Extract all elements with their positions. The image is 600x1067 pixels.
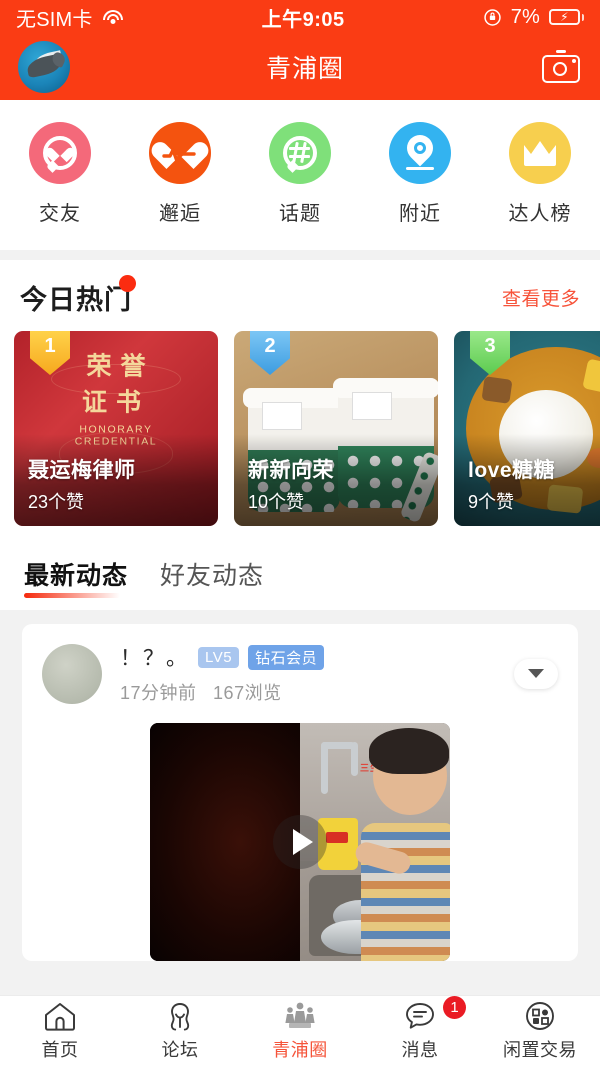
post-subinfo: 17分钟前 167浏览 (120, 679, 514, 705)
tab-latest[interactable]: 最新动态 (24, 556, 128, 598)
hot-card[interactable]: 3 love糖糖 9个赞 (454, 331, 600, 526)
status-bar-right: 7% ⚡ (483, 6, 584, 29)
vip-badge: 钻石会员 (248, 644, 325, 670)
post-meta: ！？。 LV5 钻石会员 17分钟前 167浏览 (120, 642, 514, 705)
category-label: 话题 (279, 203, 321, 225)
rotation-lock-icon (483, 8, 501, 26)
crown-icon (509, 122, 571, 184)
certificate-title: 荣誉证书 (81, 352, 155, 417)
shark-avatar[interactable] (18, 41, 70, 93)
card-title: 聂运梅律师 (28, 459, 136, 482)
category-panel: 交友 邂逅 话题 附近 达人榜 (0, 100, 600, 250)
nav-label: 论坛 (161, 1040, 199, 1060)
play-icon[interactable] (273, 815, 327, 869)
heartbeat-icon (149, 122, 211, 184)
hot-section: 今日热门 查看更多 荣誉证书 HONORARY CREDENTIAL (0, 260, 600, 542)
wifi-icon (102, 9, 124, 25)
card-caption: 聂运梅律师 23个赞 (28, 454, 136, 514)
nav-label: 首页 (41, 1040, 79, 1060)
post-name-row: ！？。 LV5 钻石会员 (120, 642, 514, 672)
hot-card[interactable]: 2 新新向荣 10个赞 (234, 331, 438, 526)
avatar[interactable] (42, 643, 102, 704)
post-card[interactable]: ！？。 LV5 钻石会员 17分钟前 167浏览 (22, 624, 578, 961)
card-caption: 新新向荣 10个赞 (248, 454, 334, 514)
circle-icon (283, 1001, 317, 1031)
post-time: 17分钟前 (120, 683, 197, 703)
post-header: ！？。 LV5 钻石会员 17分钟前 167浏览 (42, 642, 558, 705)
card-caption: love糖糖 9个赞 (468, 454, 555, 514)
category-label: 达人榜 (508, 203, 572, 225)
view-more-link[interactable]: 查看更多 (502, 284, 580, 311)
scroll-container[interactable]: 交友 邂逅 话题 附近 达人榜 今日热门 查看更多 荣誉证书 HONORARY … (0, 100, 600, 995)
nav-label: 消息 (401, 1040, 439, 1060)
level-badge: LV5 (198, 646, 240, 668)
app-bar: 青浦圈 (0, 34, 600, 100)
battery-charging-icon: ⚡ (549, 9, 584, 25)
nav-item-message[interactable]: 1 消息 (360, 996, 480, 1062)
post-views: 167浏览 (213, 683, 282, 703)
card-likes: 9个赞 (468, 492, 515, 512)
post-video-thumbnail[interactable]: 三生三世 (150, 723, 450, 961)
nav-item-circle[interactable]: 青浦圈 (240, 1001, 360, 1062)
nav-label: 青浦圈 (272, 1040, 328, 1060)
hot-section-title: 今日热门 (20, 275, 136, 317)
hot-title-text: 今日热门 (20, 285, 132, 315)
feed-list: ！？。 LV5 钻石会员 17分钟前 167浏览 (0, 610, 600, 995)
nav-item-forum[interactable]: 论坛 (120, 1001, 240, 1062)
hot-card[interactable]: 荣誉证书 HONORARY CREDENTIAL 1 聂运梅律师 23个赞 (14, 331, 218, 526)
nav-item-home[interactable]: 首页 (0, 1001, 120, 1062)
app-screen: 无SIM卡 上午9:05 7% ⚡ 青浦圈 交友 邂逅 话题 附近 达人榜 今日… (0, 0, 600, 1067)
hashtag-bubble-icon (269, 122, 331, 184)
category-row: 交友 邂逅 话题 附近 达人榜 (0, 122, 600, 226)
status-bar-time: 上午9:05 (261, 8, 345, 31)
category-label: 交友 (39, 203, 81, 225)
nav-label: 闲置交易 (503, 1040, 577, 1060)
carrier-label: 无SIM卡 (16, 8, 93, 31)
hot-section-header: 今日热门 查看更多 (0, 275, 600, 331)
card-title: love糖糖 (468, 459, 556, 482)
category-item-encounter[interactable]: 邂逅 (130, 122, 230, 226)
category-item-friends[interactable]: 交友 (10, 122, 110, 226)
card-likes: 23个赞 (28, 492, 85, 512)
chevron-down-icon[interactable] (514, 658, 558, 689)
category-item-topic[interactable]: 话题 (250, 122, 350, 226)
hot-card-list[interactable]: 荣誉证书 HONORARY CREDENTIAL 1 聂运梅律师 23个赞 (0, 331, 600, 526)
location-pin-icon (389, 122, 451, 184)
category-item-ranking[interactable]: 达人榜 (490, 122, 590, 226)
forum-icon (163, 1001, 197, 1031)
message-icon (403, 1001, 437, 1031)
card-title: 新新向荣 (248, 459, 334, 482)
tab-friends[interactable]: 好友动态 (160, 556, 264, 598)
home-icon (43, 1001, 77, 1031)
category-label: 附近 (399, 203, 441, 225)
bottom-navigation: 首页 论坛 青浦圈 1 消息 闲置交易 (0, 995, 600, 1067)
heart-bubble-icon (29, 122, 91, 184)
category-label: 邂逅 (159, 203, 201, 225)
hot-title-dot-icon (119, 275, 136, 292)
post-username[interactable]: ！？。 (120, 642, 189, 672)
page-title: 青浦圈 (265, 55, 344, 83)
feed-tabs: 最新动态 好友动态 (0, 542, 600, 610)
category-item-nearby[interactable]: 附近 (370, 122, 470, 226)
battery-percent-label: 7% (510, 5, 540, 28)
nav-item-marketplace[interactable]: 闲置交易 (480, 1001, 600, 1062)
status-bar: 无SIM卡 上午9:05 7% ⚡ (0, 0, 600, 34)
message-badge: 1 (443, 996, 466, 1019)
card-likes: 10个赞 (248, 492, 305, 512)
camera-icon[interactable] (540, 46, 582, 88)
status-bar-left: 无SIM卡 (16, 3, 124, 32)
grid-icon (523, 1001, 557, 1031)
